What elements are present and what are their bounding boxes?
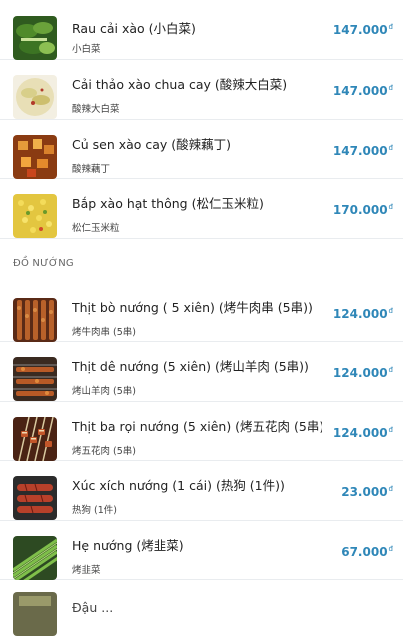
item-price: 67.000đ [341, 544, 393, 559]
lotus-root-dish-photo [13, 134, 57, 179]
menu-item[interactable]: Đậu ... [0, 580, 403, 636]
currency-mark: đ [388, 203, 393, 211]
item-subtitle: 酸辣大白菜 [72, 104, 120, 115]
item-price: 147.000đ [332, 23, 393, 37]
menu-list: Rau cải xào (小白菜) 小白菜 147.000đ Cải thảo … [0, 0, 403, 636]
item-price: 170.000đ [332, 203, 393, 217]
menu-item[interactable]: Cải thảo xào chua cay (酸辣大白菜) 酸辣大白菜 147.… [0, 60, 403, 120]
item-subtitle: 酸辣藕丁 [72, 163, 111, 175]
item-name: Xúc xích nướng (1 cái) (热狗 (1件)) [72, 478, 285, 493]
menu-item[interactable]: Bắp xào hạt thông (松仁玉米粒) 松仁玉米粒 170.000đ [0, 179, 403, 239]
item-price: 124.000đ [332, 306, 393, 321]
currency-mark: đ [388, 544, 393, 553]
beef-skewers-photo [13, 297, 57, 342]
item-price: 147.000đ [332, 84, 393, 98]
item-subtitle: 松仁玉米粒 [72, 223, 120, 234]
item-name: Bắp xào hạt thông (松仁玉米粒) [72, 196, 264, 211]
currency-mark: đ [388, 23, 393, 31]
partial-dish-photo [13, 592, 57, 636]
cabbage-dish-photo [13, 75, 57, 119]
item-name: Thịt ba rọi nướng (5 xiên) (烤五花肉 (5串)) [72, 418, 322, 434]
menu-item[interactable]: Củ sen xào cay (酸辣藕丁) 酸辣藕丁 147.000đ [0, 120, 403, 179]
item-name: Thịt dê nướng (5 xiên) (烤山羊肉 (5串)) [72, 359, 309, 374]
item-subtitle: 热狗 (1件) [72, 505, 117, 516]
item-name: Rau cải xào (小白菜) [72, 21, 196, 36]
item-subtitle: 烤五花肉 (5串) [72, 445, 136, 457]
section-title: ĐỒ NƯỚNG [13, 257, 74, 269]
item-price: 147.000đ [332, 143, 393, 158]
greens-dish-photo [13, 16, 57, 60]
item-subtitle: 烤牛肉串 (5串) [72, 326, 136, 338]
item-name: Thịt bò nướng ( 5 xiên) (烤牛肉串 (5串)) [72, 299, 313, 315]
currency-mark: đ [388, 485, 393, 493]
menu-item[interactable]: Thịt ba rọi nướng (5 xiên) (烤五花肉 (5串)) 烤… [0, 402, 403, 461]
menu-item[interactable]: Thịt bò nướng ( 5 xiên) (烤牛肉串 (5串)) 烤牛肉串… [0, 283, 403, 342]
item-price: 124.000đ [332, 366, 393, 380]
sausage-photo [13, 476, 57, 520]
item-name: Hẹ nướng (烤韭菜) [72, 537, 184, 553]
item-subtitle: 小白菜 [72, 44, 101, 55]
menu-item[interactable]: Hẹ nướng (烤韭菜) 烤韭菜 67.000đ [0, 521, 403, 580]
item-price: 124.000đ [332, 425, 393, 440]
goat-skewers-photo [13, 357, 57, 401]
currency-mark: đ [388, 84, 393, 92]
menu-item[interactable]: Rau cải xào (小白菜) 小白菜 147.000đ [0, 0, 403, 60]
currency-mark: đ [388, 306, 393, 315]
item-price: 23.000đ [341, 485, 393, 499]
chives-photo [13, 535, 57, 580]
currency-mark: đ [388, 143, 393, 152]
item-name: Đậu ... [72, 600, 114, 615]
item-name: Cải thảo xào chua cay (酸辣大白菜) [72, 77, 288, 92]
item-subtitle: 烤韭菜 [72, 564, 101, 576]
currency-mark: đ [388, 425, 393, 434]
corn-dish-photo [13, 194, 57, 238]
pork-belly-skewers-photo [13, 416, 57, 461]
item-subtitle: 烤山羊肉 (5串) [72, 386, 136, 397]
menu-item[interactable]: Xúc xích nướng (1 cái) (热狗 (1件)) 热狗 (1件)… [0, 461, 403, 521]
section-header: ĐỒ NƯỚNG [0, 239, 403, 283]
menu-item[interactable]: Thịt dê nướng (5 xiên) (烤山羊肉 (5串)) 烤山羊肉 … [0, 342, 403, 402]
item-name: Củ sen xào cay (酸辣藕丁) [72, 136, 232, 152]
currency-mark: đ [388, 366, 393, 374]
